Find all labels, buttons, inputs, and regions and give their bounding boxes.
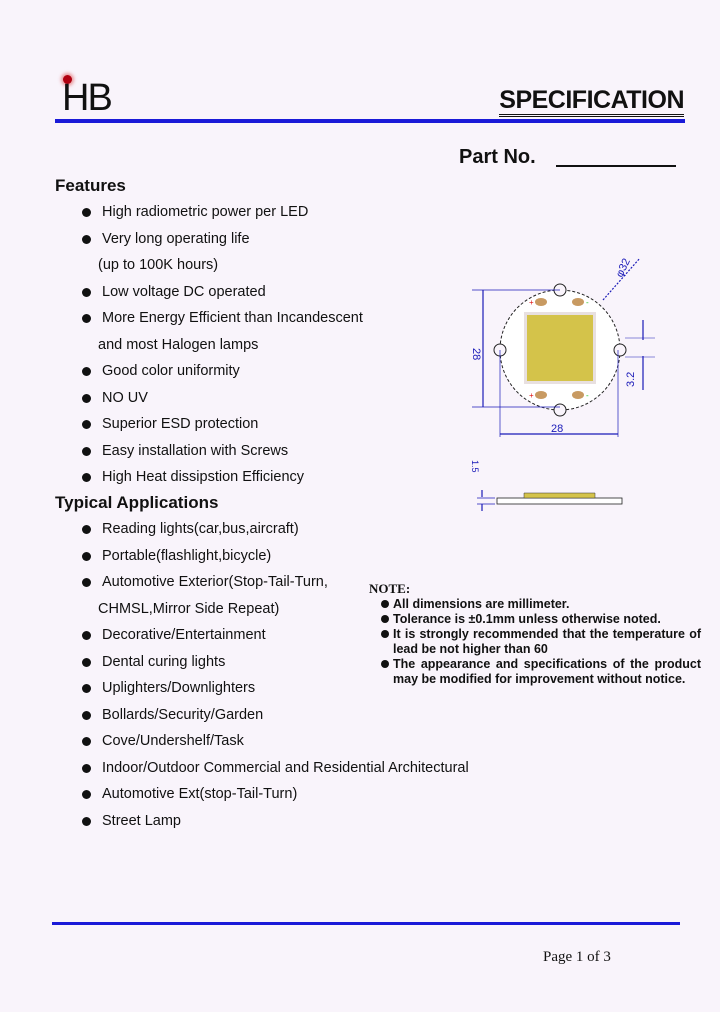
company-logo: HB	[60, 70, 130, 119]
chip-profile	[523, 492, 596, 499]
led-side-view-drawing: 1.5	[470, 460, 623, 511]
list-item: Bollards/Security/Garden	[78, 702, 469, 729]
list-item: High Heat dissipstion Efficiency	[78, 464, 363, 491]
board-profile	[496, 497, 623, 505]
solder-pad	[572, 391, 584, 399]
list-item-continuation: (up to 100K hours)	[98, 257, 219, 273]
document-title: SPECIFICATION	[499, 86, 684, 117]
list-item: Very long operating life	[78, 226, 363, 253]
solder-pad	[535, 298, 547, 306]
list-item: Portable(flashlight,bicycle)	[78, 543, 469, 570]
list-item: Indoor/Outdoor Commercial and Residentia…	[78, 755, 469, 782]
part-number-label: Part No.	[459, 146, 536, 168]
note-item: All dimensions are millimeter.	[381, 597, 701, 612]
height-dimension: 28	[470, 348, 482, 360]
list-item: Cove/Undershelf/Task	[78, 728, 469, 755]
header-divider	[55, 119, 685, 123]
positive-mark: +	[529, 298, 534, 307]
positive-mark: +	[529, 391, 534, 400]
note-item: The appearance and specifications of the…	[381, 657, 701, 687]
diameter-dimension: φ32	[614, 257, 633, 280]
note-item: It is strongly recommended that the temp…	[381, 627, 701, 657]
negative-mark: -	[586, 298, 589, 307]
width-dimension: 28	[551, 423, 563, 435]
list-item: Good color uniformity	[78, 358, 363, 385]
list-item: Automotive Ext(stop-Tail-Turn)	[78, 781, 469, 808]
features-list: High radiometric power per LED Very long …	[78, 199, 363, 491]
applications-heading: Typical Applications	[55, 493, 219, 512]
slot-dimension: 3.2	[625, 372, 637, 387]
thickness-dimension: 1.5	[470, 460, 480, 473]
features-heading: Features	[55, 176, 126, 195]
led-chip	[527, 315, 593, 381]
list-item: Superior ESD protection	[78, 411, 363, 438]
notes-list: All dimensions are millimeter. Tolerance …	[381, 597, 701, 687]
note-title: NOTE:	[369, 581, 411, 596]
note-item: Tolerance is ±0.1mm unless otherwise not…	[381, 612, 701, 627]
list-item: Street Lamp	[78, 808, 469, 835]
list-item: High radiometric power per LED	[78, 199, 363, 226]
negative-mark: -	[586, 391, 589, 400]
list-item: NO UV	[78, 385, 363, 412]
list-item-continuation: and most Halogen lamps	[98, 336, 259, 353]
list-item: Reading lights(car,bus,aircraft)	[78, 516, 469, 543]
list-item: More Energy Efficient than Incandescent	[78, 305, 363, 332]
page-number: Page 1 of 3	[543, 949, 611, 965]
list-item: Low voltage DC operated	[78, 279, 363, 306]
footer-divider	[52, 922, 680, 925]
solder-pad	[572, 298, 584, 306]
part-number-blank	[556, 165, 676, 167]
list-item: Easy installation with Screws	[78, 438, 363, 465]
thickness-dimension-lines	[477, 490, 495, 511]
logo-text: HB	[62, 77, 113, 119]
solder-pad	[535, 391, 547, 399]
led-top-view-drawing: + - + - 28 28 3.2 φ32	[470, 257, 655, 437]
